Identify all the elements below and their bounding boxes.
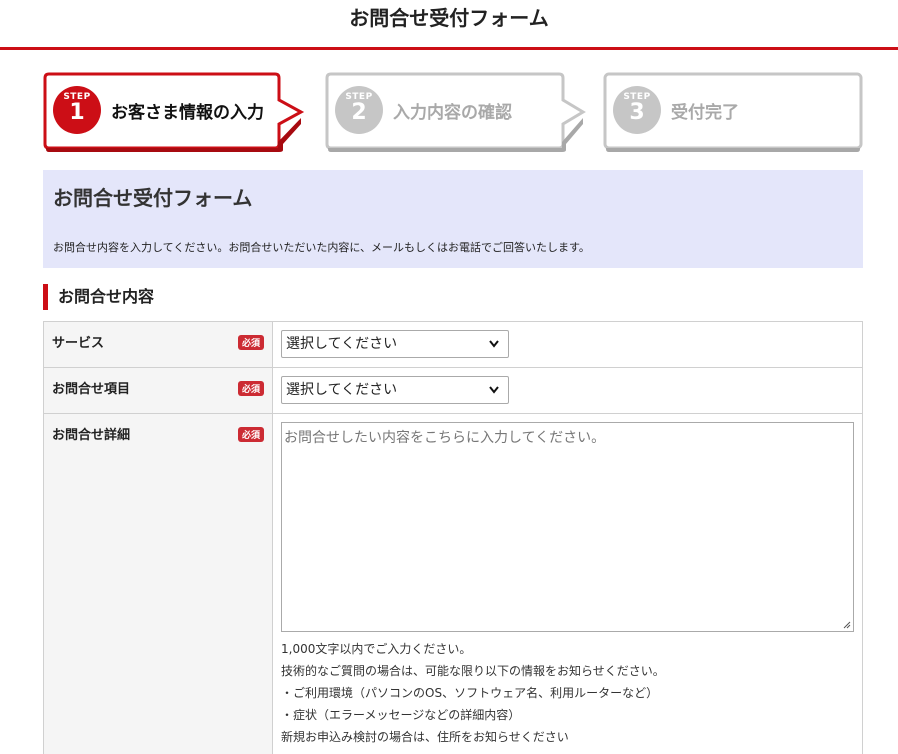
item-label-cell: お問合せ項目 必須	[43, 367, 273, 414]
intro-text: お問合せ内容を入力してください。お問合せいただいた内容に、メールもしくはお電話で…	[53, 241, 590, 254]
detail-placeholder: お問合せしたい内容をこちらに入力してください。	[284, 430, 606, 446]
chevron-down-icon	[488, 331, 500, 366]
form-row-detail: お問合せ詳細 必須 お問合せしたい内容をこちらに入力してください。 1,000文…	[43, 413, 863, 754]
page-title: お問合せ受付フォーム	[349, 6, 549, 30]
step-1-badge: STEP 1	[53, 86, 101, 134]
inquiry-form-table: サービス 必須 選択してください お問合せ項目 必須 選択してください お問合せ…	[43, 321, 863, 754]
service-select[interactable]: 選択してください	[281, 330, 509, 358]
item-label: お問合せ項目	[52, 382, 131, 397]
detail-label-cell: お問合せ詳細 必須	[43, 413, 273, 754]
item-select[interactable]: 選択してください	[281, 376, 509, 404]
service-label-cell: サービス 必須	[43, 321, 273, 368]
step-1: STEP 1 お客さま情報の入力	[43, 72, 305, 152]
detail-label: お問合せ詳細	[52, 428, 131, 443]
detail-textarea[interactable]: お問合せしたい内容をこちらに入力してください。	[281, 422, 854, 632]
item-select-value: 選択してください	[286, 382, 398, 398]
intro-box: お問合せ受付フォーム お問合せ内容を入力してください。お問合せいただいた内容に、…	[43, 170, 863, 268]
required-badge: 必須	[237, 381, 264, 396]
required-badge: 必須	[237, 427, 264, 442]
service-label: サービス	[52, 336, 105, 351]
service-select-value: 選択してください	[286, 336, 398, 352]
detail-field-cell: お問合せしたい内容をこちらに入力してください。 1,000文字以内でご入力くださ…	[272, 413, 863, 754]
resize-handle-icon[interactable]	[843, 621, 851, 629]
item-field-cell: 選択してください	[272, 367, 863, 414]
step-3-label: 受付完了	[671, 103, 739, 123]
intro-title: お問合せ受付フォーム	[53, 186, 253, 210]
step-2: STEP 2 入力内容の確認	[325, 72, 587, 152]
note-line: 新規お申込み検討の場合は、住所をお知らせください	[281, 730, 569, 744]
step-3-badge: STEP 3	[613, 86, 661, 134]
service-field-cell: 選択してください	[272, 321, 863, 368]
detail-notes: 1,000文字以内でご入力ください。 技術的なご質問の場合は、可能な限り以下の情…	[281, 638, 854, 748]
required-badge: 必須	[237, 335, 264, 350]
section-title: お問合せ内容	[43, 284, 154, 310]
form-row-service: サービス 必須 選択してください	[43, 321, 863, 368]
note-line: ・ご利用環境（パソコンのOS、ソフトウェア名、利用ルーターなど）	[281, 686, 659, 700]
step-1-label: お客さま情報の入力	[111, 103, 264, 123]
form-row-item: お問合せ項目 必須 選択してください	[43, 367, 863, 414]
note-line: ・症状（エラーメッセージなどの詳細内容）	[281, 708, 521, 722]
chevron-down-icon	[488, 377, 500, 412]
page-header: お問合せ受付フォーム	[0, 0, 898, 50]
step-progress: STEP 1 お客さま情報の入力 STEP 2 入力内容の確認 STEP 3 受…	[43, 72, 863, 152]
step-2-label: 入力内容の確認	[393, 103, 512, 123]
step-3: STEP 3 受付完了	[603, 72, 863, 152]
note-line: 技術的なご質問の場合は、可能な限り以下の情報をお知らせください。	[281, 664, 665, 678]
step-2-badge: STEP 2	[335, 86, 383, 134]
note-line: 1,000文字以内でご入力ください。	[281, 642, 472, 656]
